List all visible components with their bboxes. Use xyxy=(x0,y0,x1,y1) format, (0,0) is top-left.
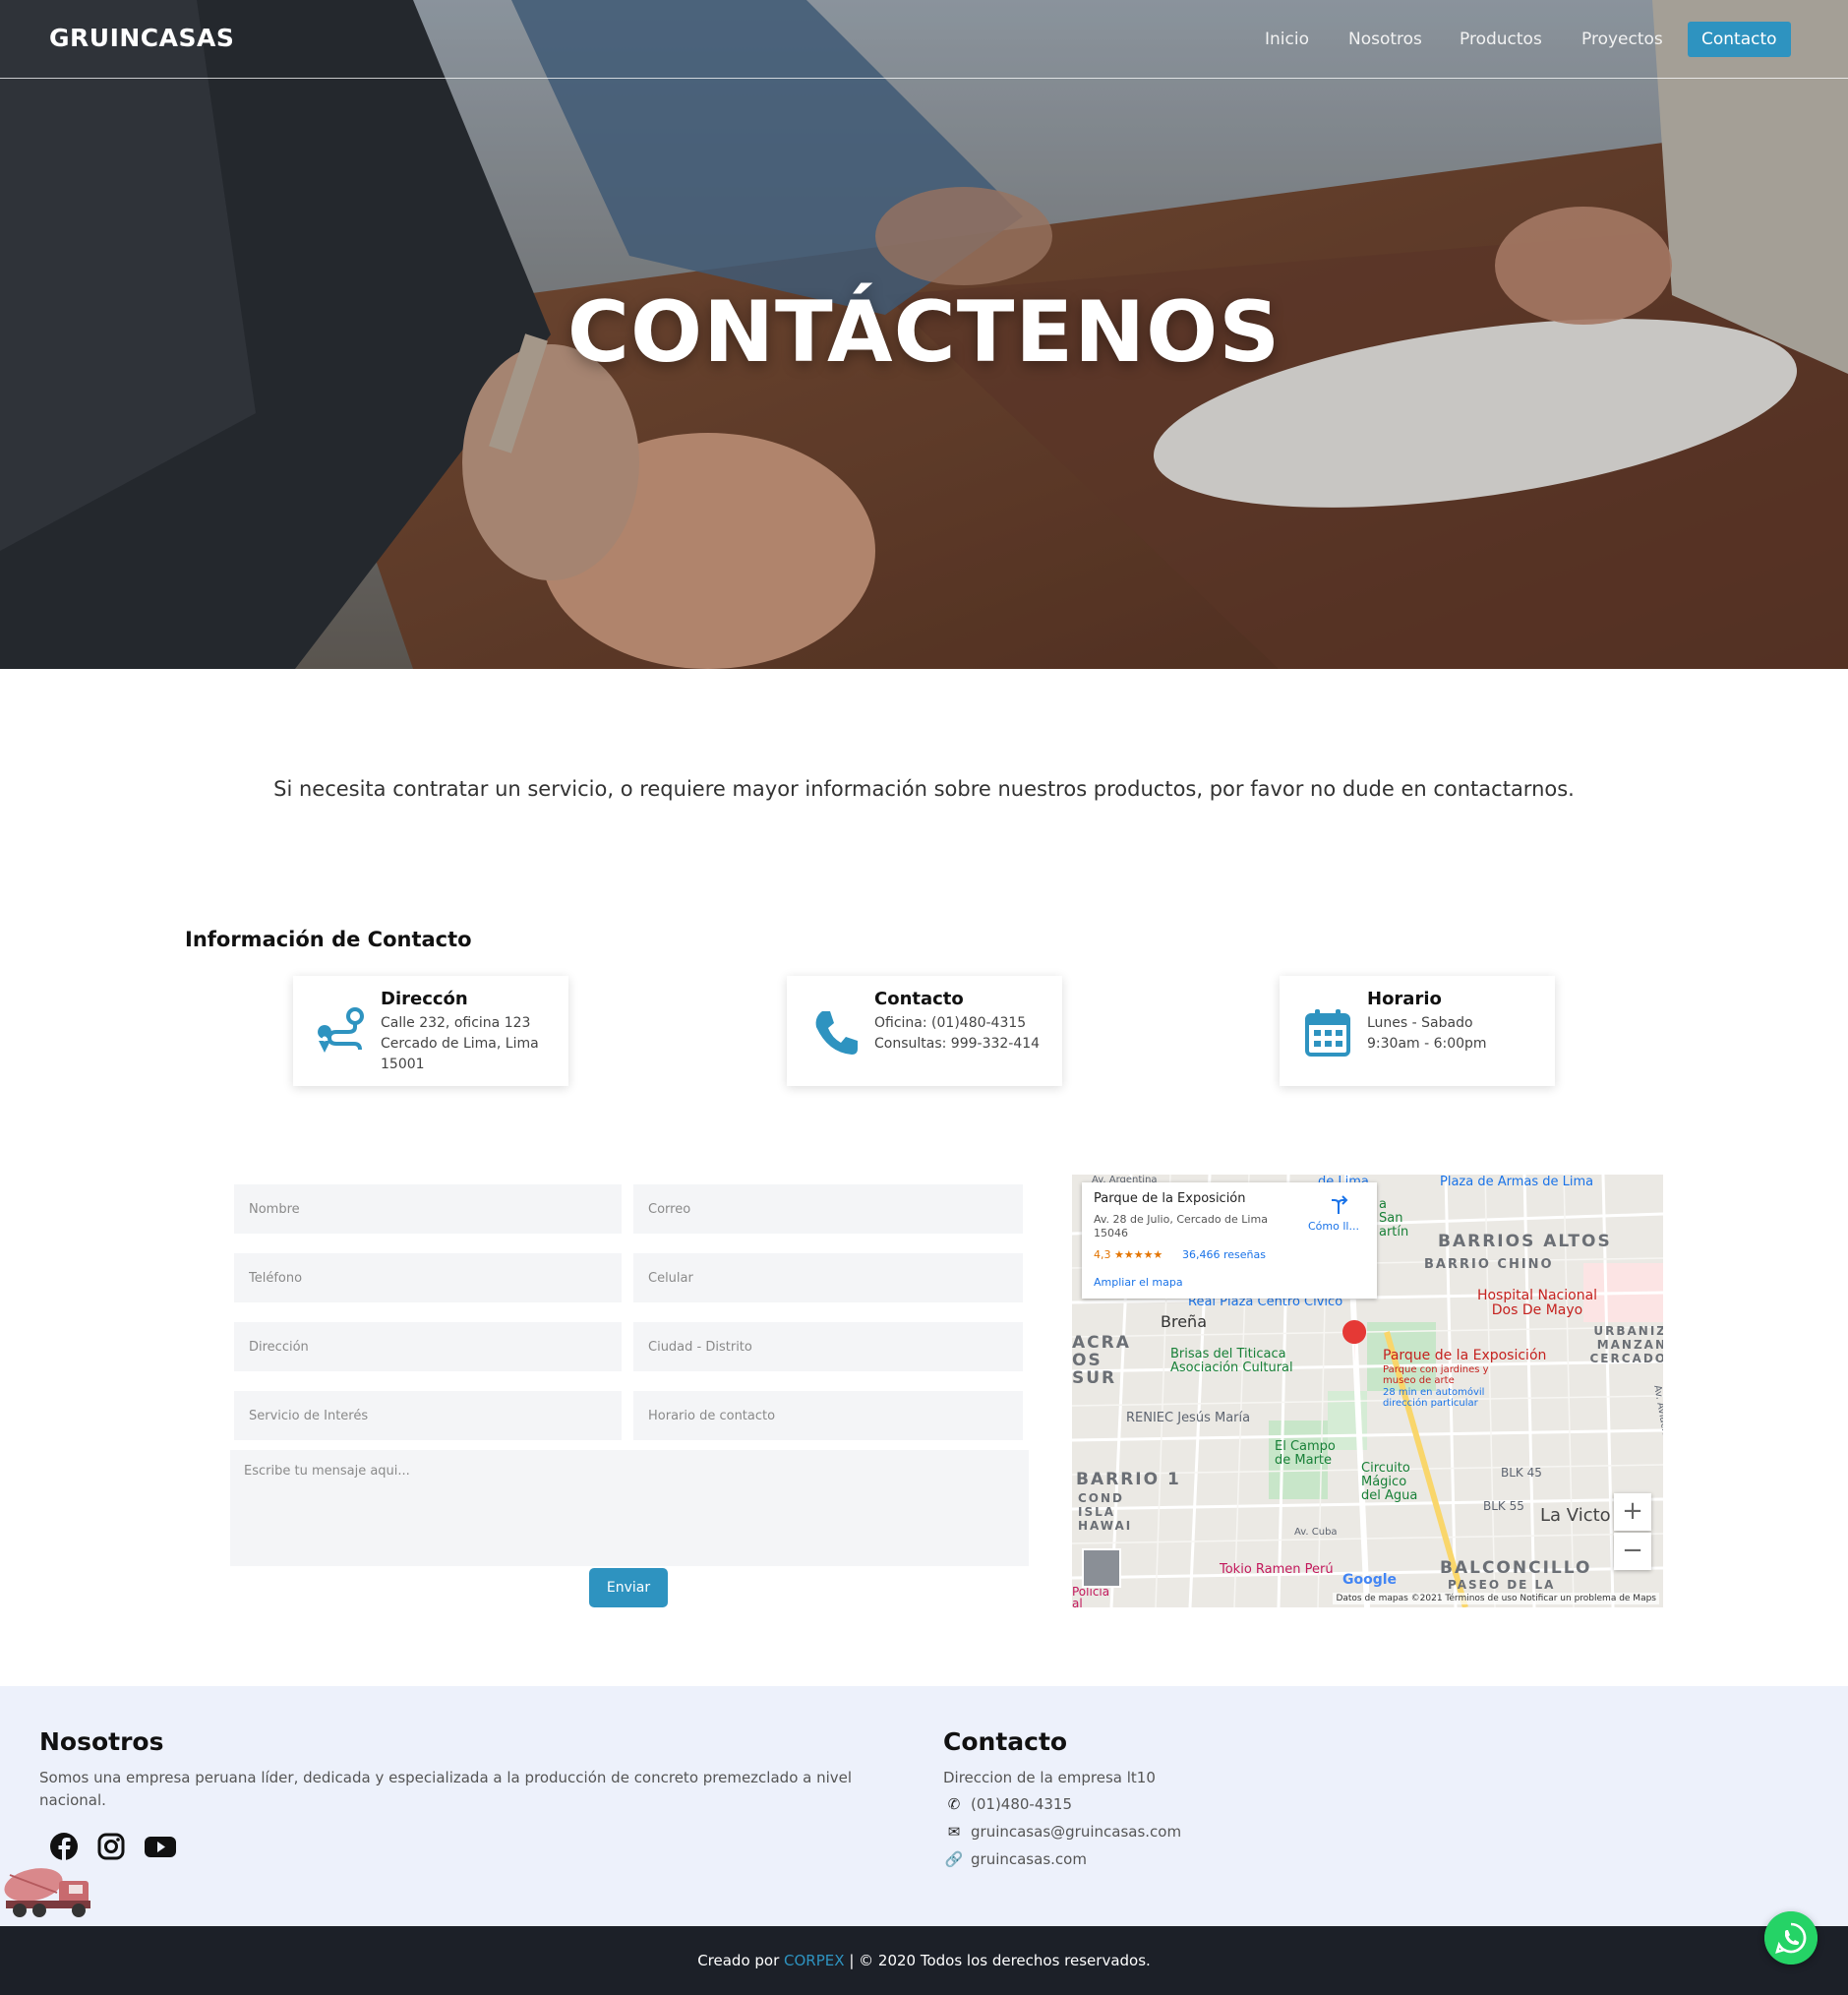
address-field[interactable] xyxy=(234,1322,622,1371)
send-button[interactable]: Enviar xyxy=(589,1568,668,1607)
city-field[interactable] xyxy=(633,1322,1023,1371)
map-label: 28 min en automóvil dirección particular xyxy=(1383,1387,1485,1409)
map-label: Parque de la Exposición xyxy=(1383,1348,1547,1363)
footer-phone[interactable]: (01)480-4315 xyxy=(971,1795,1072,1813)
map-label: La Victo xyxy=(1540,1505,1611,1526)
zoom-in-button[interactable]: + xyxy=(1614,1493,1651,1531)
footer-website[interactable]: gruincasas.com xyxy=(971,1850,1087,1868)
map-label: Av. Cuba xyxy=(1294,1527,1338,1538)
card-title: Horario xyxy=(1367,989,1442,1009)
card-line: Consultas: 999-332-414 xyxy=(874,1036,1041,1052)
top-navbar: GRUINCASAS Inicio Nosotros Productos Pro… xyxy=(0,0,1848,79)
zoom-out-button[interactable]: − xyxy=(1614,1533,1651,1570)
map-place-title: Parque de la Exposición xyxy=(1094,1191,1246,1206)
map-label: BARRIO 1 xyxy=(1076,1470,1181,1489)
satellite-toggle[interactable] xyxy=(1082,1548,1121,1588)
instagram-icon[interactable] xyxy=(96,1832,126,1861)
location-map[interactable]: de Lima Plaza de Armas de Lima a San art… xyxy=(1072,1175,1663,1607)
nav-productos[interactable]: Productos xyxy=(1446,22,1556,57)
footer-email-row[interactable]: ✉ gruincasas@gruincasas.com xyxy=(943,1823,1181,1841)
directions-link[interactable]: Cómo ll... xyxy=(1308,1220,1359,1233)
youtube-icon[interactable] xyxy=(144,1832,177,1861)
card-line: 15001 xyxy=(381,1057,425,1072)
map-label: Hospital Nacional Dos De Mayo xyxy=(1476,1288,1598,1318)
map-label: ACRA OS SUR xyxy=(1072,1333,1131,1388)
map-label: RENIEC Jesús María xyxy=(1126,1411,1251,1425)
message-field[interactable] xyxy=(230,1450,1029,1566)
map-label: El Campo de Marte xyxy=(1275,1439,1336,1468)
map-label: a San artín xyxy=(1379,1197,1409,1239)
card-line: Oficina: (01)480-4315 xyxy=(874,1015,1027,1031)
card-title: Contacto xyxy=(874,989,964,1009)
contact-info-title: Información de Contacto xyxy=(185,928,472,951)
map-enlarge-link[interactable]: Ampliar el mapa xyxy=(1094,1276,1183,1289)
link-icon: 🔗 xyxy=(944,1850,964,1868)
footer-email[interactable]: gruincasas@gruincasas.com xyxy=(971,1823,1181,1841)
map-label: PASEO DE LA xyxy=(1448,1578,1556,1592)
map-label: Brisas del Titicaca Asociación Cultural xyxy=(1170,1347,1293,1375)
address-card: Direccón Calle 232, oficina 123 Cercado … xyxy=(293,976,568,1086)
envelope-icon: ✉ xyxy=(947,1823,961,1841)
calendar-icon xyxy=(1305,1009,1350,1057)
footer-address: Direccion de la empresa lt10 xyxy=(943,1769,1156,1786)
card-line: Lunes - Sabado xyxy=(1367,1015,1473,1031)
intro-text: Si necesita contratar un servicio, o req… xyxy=(273,777,1575,801)
phone-field[interactable] xyxy=(234,1253,622,1302)
map-label: Parque con jardines y museo de arte xyxy=(1383,1364,1489,1386)
card-line: 9:30am - 6:00pm xyxy=(1367,1036,1487,1052)
nav-proyectos[interactable]: Proyectos xyxy=(1568,22,1677,57)
card-title: Direccón xyxy=(381,989,468,1009)
footer-website-row[interactable]: 🔗 gruincasas.com xyxy=(943,1850,1087,1868)
map-reviews-link[interactable]: 36,466 reseñas xyxy=(1182,1248,1266,1261)
phone-icon xyxy=(815,1011,858,1055)
map-label: Policía al Perú xyxy=(1072,1585,1110,1607)
nav-nosotros[interactable]: Nosotros xyxy=(1335,22,1436,57)
card-line: Cercado de Lima, Lima xyxy=(381,1036,539,1052)
footer-about-text: Somos una empresa peruana líder, dedicad… xyxy=(39,1769,853,1809)
map-label: BALCONCILLO xyxy=(1440,1558,1592,1578)
map-label: Breña xyxy=(1161,1312,1207,1331)
phone-card: Contacto Oficina: (01)480-4315 Consultas… xyxy=(787,976,1062,1086)
footer-about-title: Nosotros xyxy=(39,1727,164,1756)
map-label: BARRIOS ALTOS xyxy=(1438,1232,1612,1251)
map-place-card: Parque de la Exposición Av. 28 de Julio,… xyxy=(1082,1182,1377,1299)
map-attribution[interactable]: Datos de mapas ©2021 Términos de uso Not… xyxy=(1333,1593,1659,1604)
footer-contact-title: Contacto xyxy=(943,1727,1068,1756)
service-field[interactable] xyxy=(234,1391,622,1440)
whatsapp-button[interactable] xyxy=(1764,1911,1818,1965)
mobile-field[interactable] xyxy=(633,1253,1023,1302)
site-footer: Nosotros Somos una empresa peruana líder… xyxy=(0,1686,1848,1926)
brand-logo[interactable]: GRUINCASAS xyxy=(49,24,234,52)
nav-inicio[interactable]: Inicio xyxy=(1251,22,1323,57)
map-label: BARRIO CHINO xyxy=(1424,1257,1554,1272)
facebook-icon[interactable] xyxy=(49,1832,79,1861)
map-label: BLK 55 xyxy=(1483,1499,1524,1513)
page-title: CONTÁCTENOS xyxy=(566,283,1282,382)
map-label: COND ISLA HAWAI xyxy=(1078,1491,1133,1533)
map-label: Plaza de Armas de Lima xyxy=(1440,1175,1594,1189)
map-place-address: Av. 28 de Julio, Cercado de Lima 15046 xyxy=(1094,1213,1268,1239)
contact-time-field[interactable] xyxy=(633,1391,1023,1440)
hero-banner: GRUINCASAS Inicio Nosotros Productos Pro… xyxy=(0,0,1848,669)
email-field[interactable] xyxy=(633,1184,1023,1234)
copyright-prefix: Creado por xyxy=(697,1952,785,1969)
schedule-card: Horario Lunes - Sabado 9:30am - 6:00pm xyxy=(1280,976,1555,1086)
footer-phone-row[interactable]: ✆ (01)480-4315 xyxy=(943,1795,1072,1813)
map-rating: 4,3 ★★★★★ xyxy=(1094,1248,1163,1261)
card-line: Calle 232, oficina 123 xyxy=(381,1015,531,1031)
map-label: BLK 45 xyxy=(1501,1466,1542,1480)
map-label: URBANIZ MANZAN CERCADO xyxy=(1589,1324,1664,1365)
name-field[interactable] xyxy=(234,1184,622,1234)
nav-contacto[interactable]: Contacto xyxy=(1688,22,1791,57)
phone-icon: ✆ xyxy=(947,1795,961,1813)
directions-icon[interactable] xyxy=(1328,1194,1349,1216)
mixer-truck-icon xyxy=(4,1868,90,1917)
route-icon xyxy=(318,1007,364,1053)
map-label: Circuito Mágico del Agua xyxy=(1361,1461,1418,1503)
map-label: Tokio Ramen Perú xyxy=(1220,1562,1334,1577)
copyright-bar: Creado por CORPEX | © 2020 Todos los der… xyxy=(0,1926,1848,1995)
copyright-suffix: | © 2020 Todos los derechos reservados. xyxy=(844,1952,1151,1969)
corpex-link[interactable]: CORPEX xyxy=(784,1952,845,1969)
google-logo: Google xyxy=(1342,1572,1398,1588)
